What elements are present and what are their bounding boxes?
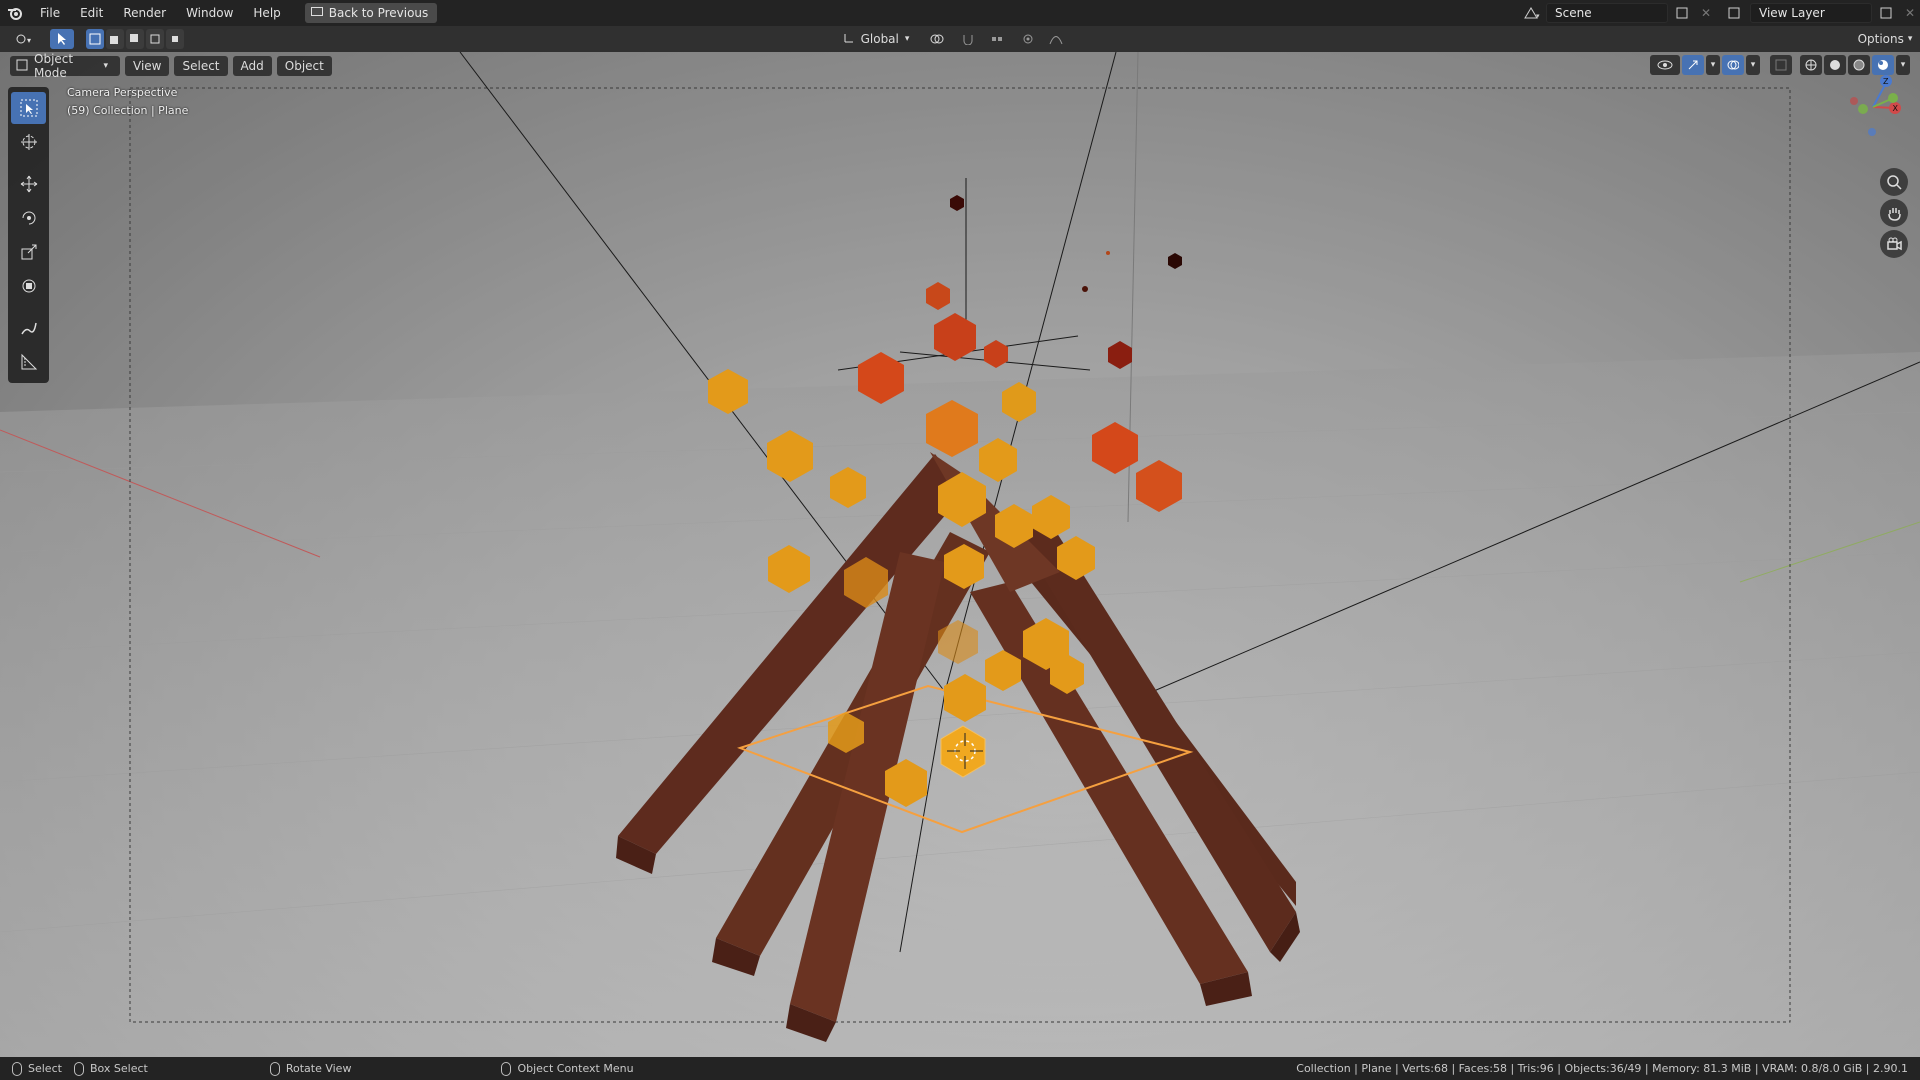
select-subtract-icon[interactable]	[126, 29, 144, 49]
editor-type-icon[interactable]: ▾	[8, 29, 42, 49]
close-scene-icon[interactable]: ✕	[1696, 3, 1716, 23]
select-menu[interactable]: Select	[174, 56, 228, 76]
object-menu[interactable]: Object	[276, 56, 332, 76]
view-menu[interactable]: View	[125, 56, 170, 76]
measure-tool-icon[interactable]	[11, 346, 46, 378]
transform-orientation-dropdown[interactable]: Global ▾	[836, 29, 916, 49]
svg-text:▾: ▾	[27, 36, 31, 45]
select-tool-icon[interactable]	[50, 29, 74, 49]
xray-toggle-icon[interactable]	[1770, 55, 1792, 75]
collection-label: (59) Collection | Plane	[67, 104, 189, 117]
mode-dropdown[interactable]: Object Mode ▾	[10, 52, 120, 80]
gizmo-z-label: Z	[1883, 77, 1889, 86]
top-bar: File Edit Render Window Help Back to Pre…	[0, 0, 1920, 26]
gizmo-neg-y[interactable]	[1858, 104, 1868, 114]
chevron-down-icon: ▾	[904, 34, 910, 44]
screen-icon	[310, 6, 323, 20]
camera-view-icon[interactable]	[1880, 230, 1908, 258]
chevron-down-icon: ▾	[103, 61, 108, 71]
status-bar: Select Box Select Rotate View Object Con…	[0, 1057, 1920, 1080]
gizmo-neg-z[interactable]	[1868, 128, 1876, 136]
visibility-icon[interactable]	[1650, 55, 1680, 75]
menu-render[interactable]: Render	[113, 0, 176, 26]
snap-target-icon[interactable]	[984, 29, 1012, 49]
status-context-menu: Object Context Menu	[501, 1061, 634, 1076]
menu-help[interactable]: Help	[243, 0, 290, 26]
camera-perspective-label: Camera Perspective	[67, 86, 178, 99]
options-dropdown[interactable]: Options ▾	[1856, 29, 1914, 49]
viewport-header-left: Object Mode ▾ View Select Add Object	[10, 52, 332, 80]
3d-viewport[interactable]: Object Mode ▾ View Select Add Object ▾ ▾…	[0, 52, 1920, 1057]
cursor-tool-icon[interactable]	[11, 126, 46, 158]
navigation-gizmo[interactable]: Z X	[1838, 72, 1908, 142]
transform-tool-icon[interactable]	[11, 270, 46, 302]
view-layer-icon[interactable]	[1726, 3, 1746, 23]
menu-window[interactable]: Window	[176, 0, 243, 26]
chevron-down-icon[interactable]: ▾	[1706, 55, 1720, 75]
view-layer-name: View Layer	[1759, 6, 1825, 20]
back-to-previous-button[interactable]: Back to Previous	[304, 3, 438, 23]
pan-hand-icon[interactable]	[1880, 199, 1908, 227]
scene-field[interactable]: Scene	[1546, 3, 1668, 23]
scale-tool-icon[interactable]	[11, 236, 46, 268]
zoom-icon[interactable]	[1880, 168, 1908, 196]
menu-file[interactable]: File	[30, 0, 70, 26]
annotate-tool-icon[interactable]	[11, 312, 46, 344]
proportional-editing-icon[interactable]	[1018, 29, 1038, 49]
options-label: Options	[1857, 32, 1904, 46]
move-tool-icon[interactable]	[11, 168, 46, 200]
scene-icon[interactable]: ▾	[1522, 3, 1542, 23]
mouse-drag-icon	[73, 1061, 84, 1076]
new-view-layer-icon[interactable]	[1876, 3, 1896, 23]
viewport-scene[interactable]	[0, 52, 1920, 1057]
status-rotate-view: Rotate View	[269, 1061, 352, 1076]
mouse-right-icon	[501, 1061, 512, 1076]
view-layer-field[interactable]: View Layer	[1750, 3, 1872, 23]
status-rotate-view-label: Rotate View	[285, 1062, 352, 1075]
menu-edit[interactable]: Edit	[70, 0, 113, 26]
gizmo-neg-x[interactable]	[1850, 97, 1858, 105]
blender-logo-icon[interactable]	[0, 0, 30, 26]
gizmo-toggle-icon[interactable]	[1682, 55, 1704, 75]
proportional-falloff-icon[interactable]	[1044, 29, 1068, 49]
snap-toggle-icon[interactable]	[958, 29, 978, 49]
select-extend-icon[interactable]	[106, 29, 124, 49]
status-context-menu-label: Object Context Menu	[517, 1062, 634, 1075]
orientation-label: Global	[860, 32, 899, 46]
object-mode-icon	[16, 59, 28, 74]
overlays-toggle-icon[interactable]	[1722, 55, 1744, 75]
status-select: Select	[12, 1061, 62, 1076]
chevron-down-icon[interactable]: ▾	[1746, 55, 1760, 75]
wireframe-shading-icon[interactable]	[1800, 55, 1822, 75]
mode-label: Object Mode	[34, 52, 74, 80]
editor-header: ▾ Global ▾ Options ▾	[0, 26, 1920, 52]
tool-shelf	[8, 87, 49, 383]
status-box-select-label: Box Select	[89, 1062, 148, 1075]
svg-text:▾: ▾	[1536, 12, 1540, 20]
select-intersect-icon[interactable]	[166, 29, 184, 49]
rotate-tool-icon[interactable]	[11, 202, 46, 234]
mouse-middle-icon	[269, 1061, 280, 1076]
scene-name: Scene	[1555, 6, 1592, 20]
add-menu[interactable]: Add	[232, 56, 272, 76]
gizmo-x-label: X	[1893, 104, 1899, 113]
gizmo-y-axis[interactable]	[1888, 93, 1898, 103]
select-box-tool-icon[interactable]	[11, 92, 46, 124]
orientation-icon	[843, 32, 855, 47]
back-to-previous-label: Back to Previous	[328, 6, 429, 20]
status-select-label: Select	[28, 1062, 62, 1075]
select-difference-icon[interactable]	[146, 29, 164, 49]
chevron-down-icon: ▾	[1907, 34, 1913, 44]
select-set-new-icon[interactable]	[86, 29, 104, 49]
new-scene-icon[interactable]	[1672, 3, 1692, 23]
pivot-point-icon[interactable]	[922, 29, 952, 49]
scene-statistics: Collection | Plane | Verts:68 | Faces:58…	[1296, 1062, 1908, 1075]
close-view-layer-icon[interactable]: ✕	[1900, 3, 1920, 23]
status-box-select: Box Select	[73, 1061, 148, 1076]
mouse-left-icon	[12, 1061, 22, 1076]
